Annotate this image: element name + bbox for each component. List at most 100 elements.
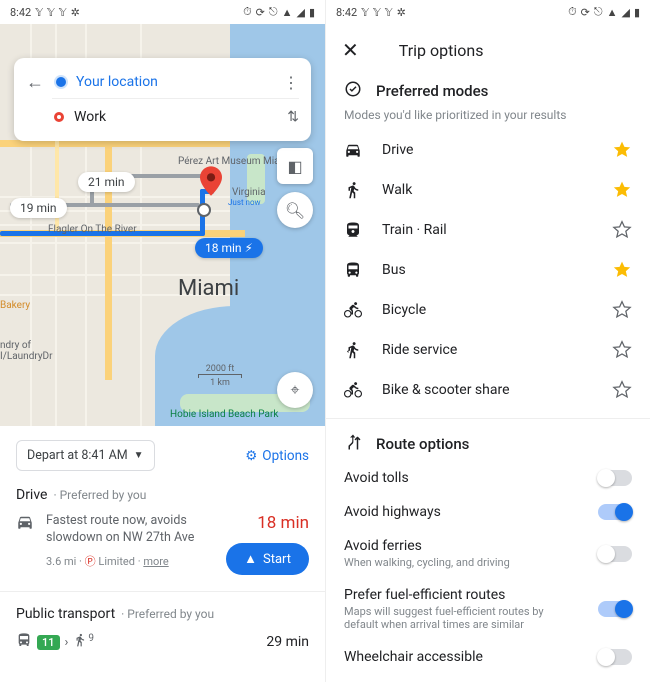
scooter-icon	[344, 381, 362, 399]
route-option-label: Wheelchair accessible	[344, 649, 483, 665]
overflow-menu-icon[interactable]: ⋮	[283, 73, 299, 92]
poi-virginia: Virginia	[232, 187, 266, 198]
mode-row-scooter[interactable]: Bike & scooter share	[326, 370, 650, 410]
trip-options-header: ✕ Trip options	[326, 24, 650, 80]
status-time: 8:42	[336, 6, 357, 19]
toggle-switch[interactable]	[598, 546, 632, 562]
route-time-chip-alt2[interactable]: 19 min	[10, 198, 67, 218]
route-option[interactable]: Avoid highways	[326, 495, 650, 529]
transit-time: 29 min	[266, 634, 309, 650]
mode-row-walk[interactable]: Walk	[326, 170, 650, 210]
crosshair-icon: ⌖	[290, 380, 299, 400]
star-toggle[interactable]	[612, 140, 632, 160]
origin-dot-icon	[56, 77, 66, 87]
parking-icon: Ⓟ	[85, 555, 96, 568]
twitter-icon: 𝕐	[373, 6, 381, 19]
route-option-desc: Maps will suggest fuel-efficient routes …	[344, 605, 574, 631]
my-location-button[interactable]: ⌖	[277, 372, 313, 408]
city-label: Miami	[178, 276, 239, 301]
status-bar: 8:42 𝕐 𝕐 𝕐 ✲ ⏱ ⟳ ⎋ ▲ ◢ ▮	[0, 0, 325, 24]
status-bar: 8:42 𝕐 𝕐 𝕐 ✲ ⏱ ⟳ ⎋ ▲ ◢ ▮	[326, 0, 650, 24]
route-description: Fastest route now, avoids slowdown on NW…	[46, 513, 206, 547]
alarm-icon: ⏱	[243, 5, 252, 19]
directions-screen: 8:42 𝕐 𝕐 𝕐 ✲ ⏱ ⟳ ⎋ ▲ ◢ ▮	[0, 0, 325, 682]
toggle-switch[interactable]	[598, 504, 632, 520]
toggle-switch[interactable]	[598, 601, 632, 617]
destination-field[interactable]: Work	[74, 109, 277, 125]
star-toggle[interactable]	[612, 220, 632, 240]
sync-icon: ⟳	[256, 6, 265, 19]
transit-route-card[interactable]: 11 › 9 29 min	[16, 632, 309, 652]
preferred-modes-desc: Modes you'd like prioritized in your res…	[326, 102, 650, 130]
map-scale: 2000 ft 1 km	[198, 364, 242, 388]
check-circle-icon	[344, 80, 362, 102]
close-icon[interactable]: ✕	[342, 38, 359, 62]
route-option-label: Avoid highways	[344, 504, 441, 520]
train-icon	[344, 221, 362, 239]
layers-button[interactable]: ◧	[277, 148, 313, 184]
route-option[interactable]: Prefer fuel-efficient routes Maps will s…	[326, 578, 650, 640]
destination-pin[interactable]	[200, 166, 222, 196]
twitter-icon: 𝕐	[47, 6, 55, 19]
walk-icon	[73, 633, 87, 651]
twitter-icon: 𝕐	[385, 6, 393, 19]
toggle-switch[interactable]	[598, 470, 632, 486]
star-toggle[interactable]	[612, 180, 632, 200]
star-toggle[interactable]	[612, 380, 632, 400]
bus-icon	[344, 261, 362, 279]
route-options-heading: Route options	[326, 433, 650, 455]
swap-icon[interactable]: ⇅	[287, 109, 299, 125]
page-title: Trip options	[399, 41, 484, 60]
preferred-modes-heading: Preferred modes	[326, 80, 650, 102]
walk-icon	[344, 181, 362, 199]
mode-label: Train · Rail	[382, 222, 447, 238]
poi-flagler: Flagler On The River	[48, 224, 137, 235]
battery-icon: ▮	[309, 6, 315, 19]
start-navigation-button[interactable]: ▲ Start	[226, 543, 309, 575]
mode-row-car[interactable]: Drive	[326, 130, 650, 170]
route-time-chip-selected[interactable]: 18 min ⚡︎	[195, 238, 263, 258]
directions-input-card: ← Your location ⋮ Work ⇅	[14, 58, 311, 141]
origin-field[interactable]: Your location	[76, 74, 273, 90]
options-button[interactable]: ⚙ Options	[245, 448, 309, 464]
mode-label: Bus	[382, 262, 406, 278]
more-link[interactable]: more	[143, 555, 168, 568]
star-toggle[interactable]	[612, 260, 632, 280]
sync-icon: ⟳	[581, 6, 590, 19]
toggle-switch[interactable]	[598, 649, 632, 665]
depart-time-button[interactable]: Depart at 8:41 AM ▼	[16, 440, 155, 471]
wifi-icon: ▲	[282, 6, 293, 19]
mode-row-train[interactable]: Train · Rail	[326, 210, 650, 250]
search-on-map-button[interactable]: 🔍︎	[277, 192, 313, 228]
mode-row-bus[interactable]: Bus	[326, 250, 650, 290]
walk-minutes: 9	[88, 633, 94, 644]
battery-icon: ▮	[634, 6, 640, 19]
route-option[interactable]: Avoid tolls	[326, 461, 650, 495]
mode-row-bike[interactable]: Bicycle	[326, 290, 650, 330]
search-icon: 🔍︎	[285, 201, 305, 220]
map-canvas[interactable]: 21 min 19 min 18 min ⚡︎ Miami Pérez Art …	[0, 24, 325, 426]
trip-options-screen: 8:42 𝕐 𝕐 𝕐 ✲ ⏱ ⟳ ⎋ ▲ ◢ ▮ ✕ Trip options …	[325, 0, 650, 682]
poi-hobie: Hobie Island Beach Park	[170, 409, 278, 420]
mode-label: Ride service	[382, 342, 457, 358]
alarm-icon: ⏱	[568, 5, 577, 19]
route-option-label: Avoid ferries	[344, 538, 510, 554]
mode-label: Bicycle	[382, 302, 426, 318]
bolt-icon: ⚡︎	[245, 241, 253, 255]
drive-route-card[interactable]: Fastest route now, avoids slowdown on NW…	[16, 513, 309, 575]
bike-icon	[344, 301, 362, 319]
back-arrow-icon[interactable]: ←	[26, 72, 44, 93]
route-option[interactable]: Avoid ferries When walking, cycling, and…	[326, 529, 650, 578]
star-toggle[interactable]	[612, 340, 632, 360]
origin-dot	[196, 202, 212, 218]
fan-icon: ✲	[71, 6, 80, 19]
star-toggle[interactable]	[612, 300, 632, 320]
chevron-down-icon: ▼	[134, 450, 144, 461]
route-time-chip-alt1[interactable]: 21 min	[78, 172, 135, 192]
location-icon: ⎋	[594, 5, 603, 19]
transit-section-title: Public transport · Preferred by you	[16, 606, 309, 622]
poi-justnow: Just now	[228, 198, 261, 207]
mode-row-ride[interactable]: Ride service	[326, 330, 650, 370]
transit-line-badge: 11	[37, 635, 60, 650]
route-option[interactable]: Wheelchair accessible	[326, 640, 650, 674]
